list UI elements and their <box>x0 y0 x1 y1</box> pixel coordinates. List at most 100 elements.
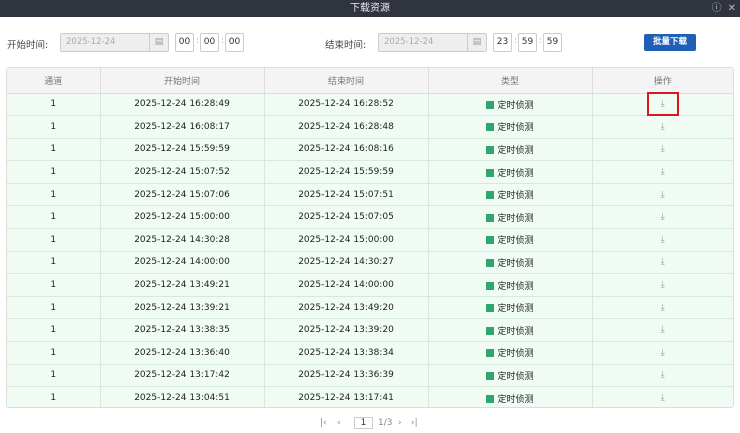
channel-cell: 1 <box>7 318 101 343</box>
type-color-marker <box>486 304 495 313</box>
type-color-marker <box>486 123 495 132</box>
type-cell: 定时侦测 <box>428 386 593 407</box>
type-color-marker <box>486 236 495 245</box>
end-minute-input[interactable]: 59 <box>518 33 537 52</box>
calendar-icon[interactable]: ▤ <box>467 34 486 51</box>
end-time-cell: 2025-12-24 14:00:00 <box>264 273 429 297</box>
download-icon[interactable]: ⤓ <box>655 391 671 405</box>
start-time-cell: 2025-12-24 13:39:21 <box>100 296 265 320</box>
end-second-input[interactable]: 59 <box>543 33 562 52</box>
download-icon[interactable]: ⤓ <box>655 165 671 179</box>
end-time-cell: 2025-12-24 15:07:51 <box>264 183 429 207</box>
table-row: 1 2025-12-24 15:00:00 2025-12-24 15:07:05 定… <box>7 205 733 230</box>
end-time-cell: 2025-12-24 15:00:00 <box>264 228 429 252</box>
type-cell: 定时侦测 <box>428 364 593 388</box>
download-icon[interactable]: ⤓ <box>655 323 671 337</box>
type-label: 定时侦测 <box>497 281 534 292</box>
table-row: 1 2025-12-24 14:00:00 2025-12-24 14:30:27 定… <box>7 251 733 275</box>
type-label: 定时侦测 <box>497 371 534 382</box>
start-second-input[interactable]: 00 <box>225 33 244 52</box>
type-cell: 定时侦测 <box>428 115 593 139</box>
end-time-cell: 2025-12-24 13:17:41 <box>264 386 429 407</box>
type-color-marker <box>486 371 495 380</box>
action-cell: ⤓ <box>592 160 733 184</box>
calendar-icon[interactable]: ▤ <box>149 34 168 51</box>
type-label: 定时侦测 <box>497 145 534 156</box>
download-icon[interactable]: ⤓ <box>655 188 671 202</box>
type-cell: 定时侦测 <box>428 160 593 184</box>
header-channel: 通道 <box>7 68 101 94</box>
action-cell: ⤓ <box>592 205 733 230</box>
resource-table: 通道 开始时间 结束时间 类型 操作 1 2025-12-24 16:28:49 2… <box>6 67 734 408</box>
download-icon[interactable]: ⤓ <box>655 233 671 247</box>
type-cell: 定时侦测 <box>428 228 593 252</box>
type-label: 定时侦测 <box>497 191 534 202</box>
type-cell: 定时侦测 <box>428 138 593 162</box>
type-color-marker <box>486 168 495 177</box>
start-date-input[interactable]: 2025-12-24 ▤ <box>60 33 169 52</box>
help-icon[interactable]: ⓘ <box>712 3 722 14</box>
start-hour-input[interactable]: 00 <box>175 33 194 52</box>
channel-cell: 1 <box>7 364 101 388</box>
start-time-cell: 2025-12-24 13:49:21 <box>100 273 265 297</box>
page-input[interactable]: 1 <box>354 417 373 429</box>
type-cell: 定时侦测 <box>428 183 593 207</box>
channel-cell: 1 <box>7 251 101 275</box>
type-color-marker <box>486 100 495 109</box>
table-row: 1 2025-12-24 13:36:40 2025-12-24 13:38:34 定… <box>7 341 733 365</box>
table-row: 1 2025-12-24 14:30:28 2025-12-24 15:00:00 定… <box>7 228 733 252</box>
download-icon[interactable]: ⤓ <box>655 368 671 382</box>
prev-page-icon[interactable]: ‹ <box>337 418 341 428</box>
start-date-value: 2025-12-24 <box>66 37 116 47</box>
download-icon[interactable]: ⤓ <box>655 120 671 134</box>
channel-cell: 1 <box>7 115 101 139</box>
end-time-cell: 2025-12-24 13:49:20 <box>264 296 429 320</box>
action-cell: ⤓ <box>592 92 733 117</box>
first-page-icon[interactable]: |‹ <box>320 418 327 428</box>
start-time-cell: 2025-12-24 13:17:42 <box>100 364 265 388</box>
type-color-marker <box>486 145 495 154</box>
type-label: 定时侦测 <box>497 123 534 134</box>
last-page-icon[interactable]: ›| <box>411 418 418 428</box>
download-icon[interactable]: ⤓ <box>655 278 671 292</box>
start-minute-input[interactable]: 00 <box>200 33 219 52</box>
channel-cell: 1 <box>7 386 101 407</box>
end-time-label: 结束时间: <box>325 40 367 51</box>
close-icon[interactable]: ✕ <box>728 3 736 14</box>
download-icon[interactable]: ⤓ <box>655 346 671 360</box>
download-icon[interactable]: ⤓ <box>655 255 671 269</box>
download-icon[interactable]: ⤓ <box>646 92 679 117</box>
channel-cell: 1 <box>7 138 101 162</box>
next-page-icon[interactable]: › <box>398 418 402 428</box>
batch-download-button[interactable]: 批量下载 <box>644 34 696 51</box>
end-time-cell: 2025-12-24 14:30:27 <box>264 251 429 275</box>
header-end-time: 结束时间 <box>264 68 429 94</box>
colon: : <box>221 36 225 46</box>
type-cell: 定时侦测 <box>428 205 593 230</box>
type-cell: 定时侦测 <box>428 251 593 275</box>
type-color-marker <box>486 349 495 358</box>
start-time-cell: 2025-12-24 13:04:51 <box>100 386 265 407</box>
type-label: 定时侦测 <box>497 326 534 337</box>
download-icon[interactable]: ⤓ <box>655 210 671 224</box>
type-label: 定时侦测 <box>497 236 534 247</box>
table-row: 1 2025-12-24 15:07:06 2025-12-24 15:07:51 定… <box>7 183 733 207</box>
action-cell: ⤓ <box>592 296 733 320</box>
action-cell: ⤓ <box>592 273 733 297</box>
type-label: 定时侦测 <box>497 168 534 179</box>
download-icon[interactable]: ⤓ <box>655 301 671 315</box>
action-cell: ⤓ <box>592 183 733 207</box>
start-time-label: 开始时间: <box>7 40 49 51</box>
download-icon[interactable]: ⤓ <box>655 142 671 156</box>
end-date-input[interactable]: 2025-12-24 ▤ <box>378 33 487 52</box>
type-color-marker <box>486 213 495 222</box>
type-cell: 定时侦测 <box>428 296 593 320</box>
type-label: 定时侦测 <box>497 304 534 315</box>
colon: : <box>514 36 518 46</box>
end-time-cell: 2025-12-24 13:39:20 <box>264 318 429 343</box>
start-time-cell: 2025-12-24 16:28:49 <box>100 93 265 117</box>
table-row: 1 2025-12-24 16:28:49 2025-12-24 16:28:52 定… <box>7 92 733 117</box>
channel-cell: 1 <box>7 205 101 230</box>
end-hour-input[interactable]: 23 <box>493 33 512 52</box>
action-cell: ⤓ <box>592 251 733 275</box>
